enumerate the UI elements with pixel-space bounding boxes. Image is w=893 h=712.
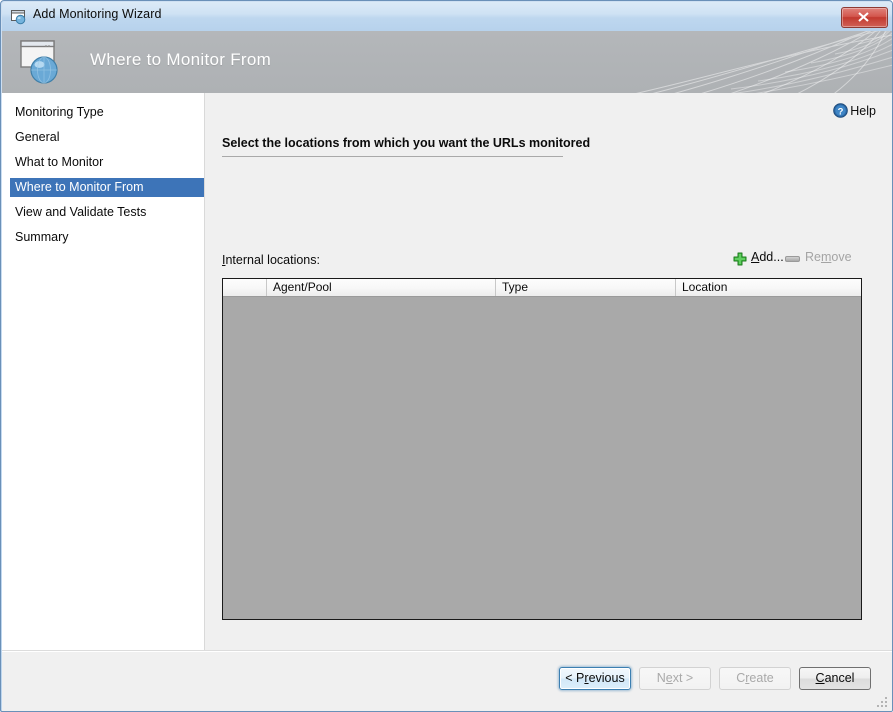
remove-label-mnemonic: m xyxy=(820,250,832,264)
create-button: Create xyxy=(719,667,791,690)
wizard-window: Add Monitoring Wizard Where to Monitor F… xyxy=(0,0,893,712)
locations-grid-header: Agent/Pool Type Location xyxy=(223,279,861,297)
wizard-window-globe-icon xyxy=(11,9,28,25)
next-label-pre: N xyxy=(656,671,666,685)
svg-text:?: ? xyxy=(838,106,844,117)
internal-locations-label-text: nternal locations: xyxy=(225,253,320,267)
locations-grid[interactable]: Agent/Pool Type Location xyxy=(222,278,862,620)
page-title: Where to Monitor From xyxy=(90,50,272,69)
banner-mesh-decoration xyxy=(636,31,892,93)
next-label-mnemonic: e xyxy=(665,671,673,685)
help-link[interactable]: Help xyxy=(850,104,876,118)
content-panel: ? Help Select the locations from which y… xyxy=(205,93,892,650)
create-label-pre: C xyxy=(736,671,746,685)
internal-locations-label: Internal locations: xyxy=(222,253,320,267)
remove-label-post: ove xyxy=(831,250,852,264)
question-circle-icon[interactable]: ? xyxy=(833,103,848,118)
resize-grip[interactable] xyxy=(876,696,889,709)
instruction-divider xyxy=(222,156,563,157)
window-globe-icon xyxy=(20,39,68,85)
instruction-heading: Select the locations from which you want… xyxy=(222,136,591,150)
window-title: Add Monitoring Wizard xyxy=(33,7,162,21)
cancel-label-mnemonic: C xyxy=(815,671,825,685)
close-button[interactable] xyxy=(841,7,888,28)
column-header-type[interactable]: Type xyxy=(496,279,676,296)
add-location-label: Add... xyxy=(751,250,784,264)
next-label-post: xt > xyxy=(672,671,694,685)
sidebar-item-what-to-monitor[interactable]: What to Monitor xyxy=(10,153,204,172)
header-banner: Where to Monitor From xyxy=(2,31,892,93)
green-plus-icon xyxy=(733,252,747,266)
remove-location-label: Remove xyxy=(805,250,852,264)
sidebar-item-view-and-validate-tests[interactable]: View and Validate Tests xyxy=(10,203,204,222)
sidebar-item-general[interactable]: General xyxy=(10,128,204,147)
sidebar-item-summary[interactable]: Summary xyxy=(10,228,204,247)
footer-bar: < Previous Next > Create Cancel xyxy=(2,651,892,711)
cancel-label-post: ancel xyxy=(824,671,855,685)
column-header-agent-pool[interactable]: Agent/Pool xyxy=(267,279,496,296)
sidebar-item-where-to-monitor-from[interactable]: Where to Monitor From xyxy=(10,178,204,197)
title-bar: Add Monitoring Wizard xyxy=(2,2,892,31)
wizard-step-sidebar: Monitoring Type General What to Monitor … xyxy=(2,93,205,650)
add-label-text: dd... xyxy=(759,250,784,264)
previous-label-pre: < P xyxy=(565,671,585,685)
previous-label-post: evious xyxy=(588,671,625,685)
remove-bar-icon xyxy=(785,256,800,262)
previous-button[interactable]: < Previous xyxy=(559,667,631,690)
sidebar-item-monitoring-type[interactable]: Monitoring Type xyxy=(10,103,204,122)
remove-label-pre: Re xyxy=(805,250,821,264)
create-label-post: eate xyxy=(749,671,774,685)
column-header-location[interactable]: Location xyxy=(676,279,861,296)
locations-grid-body[interactable] xyxy=(223,297,861,619)
next-button: Next > xyxy=(639,667,711,690)
cancel-button[interactable]: Cancel xyxy=(799,667,871,690)
column-header-select[interactable] xyxy=(223,279,267,296)
